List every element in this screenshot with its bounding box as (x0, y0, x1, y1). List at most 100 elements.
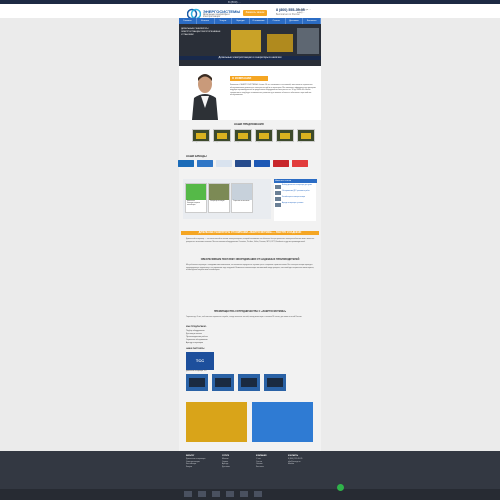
product-label: ДГУ 500 кВт (279, 142, 289, 143)
news-item[interactable]: Выбор дизельного генератора для дома (275, 185, 315, 189)
offer-title: МЫ ПРЕДЛАГАЕМ: (186, 326, 207, 328)
news-item[interactable]: Контейнерные электростанции (275, 197, 315, 201)
news-widget: Новости и статьи Выбор дизельного генера… (274, 179, 317, 221)
footer-link[interactable]: Доставка (222, 466, 230, 468)
payment-icon (198, 491, 206, 497)
footer-heading: УСЛУГИ (222, 455, 230, 457)
product-image (192, 129, 210, 142)
product-thumbnails: ДГУ 30 кВт ДГУ 100 кВт ДГУ 200 кВт ДГУ 4… (192, 129, 315, 143)
footer-link[interactable]: Монтаж (222, 458, 229, 460)
product-card[interactable]: ДГУ 30 кВт (192, 129, 210, 143)
partners-title: НАШИ ПАРТНЕРЫ (186, 348, 205, 350)
product-label: ДГУ 1000 кВт (300, 142, 310, 143)
payment-icon (254, 491, 262, 497)
brand-logo[interactable] (197, 160, 213, 167)
hero-text: ДИЗЕЛЬНЫЕ ГЕНЕРАТОРЫ ЭЛЕКТРОСТАНЦИИ ГАЗО… (181, 28, 221, 36)
manager-photo (186, 68, 224, 120)
featured-products: Дизельная электростанция в контейнере Ге… (183, 179, 271, 219)
footer-link[interactable]: Контакты (256, 466, 264, 468)
footer-heading: КАТАЛОГ (186, 455, 195, 457)
news-title[interactable]: Аренда генератора: условия (282, 203, 314, 207)
yellow-generator-photo (186, 402, 247, 442)
page-background-left (0, 0, 179, 451)
footer-link[interactable]: Аренда (222, 463, 228, 465)
product-label: ДГУ 100 кВт (216, 142, 226, 143)
news-thumb (275, 203, 281, 207)
generator-image[interactable] (212, 374, 234, 391)
footer-heading: КОНТАКТЫ (288, 455, 299, 457)
generator-gallery (186, 374, 286, 391)
generator-image[interactable] (264, 374, 286, 391)
product-card[interactable]: ДГУ 500 кВт (276, 129, 294, 143)
brand-logo[interactable] (178, 160, 194, 167)
news-header: Новости и статьи (274, 179, 317, 183)
news-title[interactable]: Контейнерные электростанции (282, 197, 314, 201)
header-contacts: Москва, ул. ... info@... (297, 9, 312, 14)
footer-heading: КОМПАНИЯ (256, 455, 267, 457)
hero-equipment-image (297, 28, 319, 54)
intro-text: Дизельный генератор — это автономный ист… (186, 238, 315, 243)
footer-phone[interactable]: 8 (800) 555-35-35 (288, 458, 302, 460)
featured-label: Открытое исполнение (233, 201, 250, 202)
featured-image (232, 184, 252, 200)
news-thumb (275, 197, 281, 201)
footer-column: КОМПАНИЯ О нас Статьи Отзывы Контакты (256, 455, 266, 469)
callback-button[interactable]: Заказать звонок (243, 10, 267, 16)
footer-icons (184, 491, 262, 497)
site-header: ЭНЕРГОСИСТЕМЫ Дизельные генераторы и эле… (0, 4, 500, 20)
about-text: Компания «ЭНЕРГОСИСТЕМЫ» более 10 лет за… (230, 84, 316, 97)
payment-icon (184, 491, 192, 497)
featured-tile[interactable]: Генератор в кожухе (208, 183, 230, 213)
product-image (276, 129, 294, 142)
payment-icon (226, 491, 234, 497)
brand-logos (178, 160, 308, 167)
featured-image (186, 184, 206, 200)
news-item[interactable]: Аренда генератора: условия (275, 203, 315, 207)
featured-tile[interactable]: Дизельная электростанция в контейнере (185, 183, 207, 213)
news-title[interactable]: Обслуживание ДГУ: регламент работ (282, 191, 314, 195)
product-image (297, 129, 315, 142)
featured-label: Генератор в кожухе (210, 201, 225, 202)
featured-tile[interactable]: Открытое исполнение (231, 183, 253, 213)
footer-email[interactable]: info@energo.ru (288, 461, 300, 463)
partner-logo[interactable]: ТСС (186, 352, 214, 370)
generator-image[interactable] (238, 374, 260, 391)
hero-banner: ДИЗЕЛЬНЫЕ ГЕНЕРАТОРЫ ЭЛЕКТРОСТАНЦИИ ГАЗО… (179, 24, 321, 66)
footer-link[interactable]: Контейнеры (186, 463, 196, 465)
whatsapp-icon[interactable] (337, 484, 344, 491)
brand-logo[interactable] (216, 160, 232, 167)
footer-link[interactable]: О нас (256, 458, 261, 460)
footer-link[interactable]: Кожухи (186, 466, 192, 468)
hero-generator-image (231, 30, 261, 52)
product-card[interactable]: ДГУ 1000 кВт (297, 129, 315, 143)
brand-logo[interactable] (235, 160, 251, 167)
product-card[interactable]: ДГУ 100 кВт (213, 129, 231, 143)
footer-column: КОНТАКТЫ 8 (800) 555-35-35 info@energo.r… (288, 455, 302, 466)
news-thumb (275, 185, 281, 189)
news-title[interactable]: Выбор дизельного генератора для дома (282, 185, 314, 189)
product-label: ДГУ 200 кВт (237, 142, 247, 143)
partner-label: Дизельные генераторы ТСС (186, 371, 207, 372)
product-label: ДГУ 400 кВт (258, 142, 268, 143)
product-card[interactable]: ДГУ 400 кВт (255, 129, 273, 143)
footer-link[interactable]: Дизельные генераторы (186, 458, 205, 460)
footer-link[interactable]: Отзывы (256, 463, 263, 465)
news-item[interactable]: Обслуживание ДГУ: регламент работ (275, 191, 315, 195)
hero-caption: Дизельные электростанции и генераторы в … (179, 56, 321, 60)
featured-image (209, 184, 229, 200)
generator-image[interactable] (186, 374, 208, 391)
products-title: НАШИ ПРЕДЛОЖЕНИЯ (234, 123, 264, 126)
section-subtitle: ОБЕСПЕЧИВАЕМ ПОСТАВКУ ОБОРУДОВАНИЯ ОТ НА… (200, 258, 300, 261)
payment-icon (240, 491, 248, 497)
about-title: О КОМПАНИИ (230, 76, 268, 81)
footer-link[interactable]: Статьи (256, 461, 262, 463)
partner-name: ТСС (195, 358, 205, 363)
hero-generator-image (267, 34, 293, 52)
product-image (234, 129, 252, 142)
brand-logo[interactable] (292, 160, 308, 167)
brand-logo[interactable] (254, 160, 270, 167)
footer-column: УСЛУГИ Монтаж Сервис Аренда Доставка (222, 455, 230, 469)
brand-logo[interactable] (273, 160, 289, 167)
product-card[interactable]: ДГУ 200 кВт (234, 129, 252, 143)
payment-icon (212, 491, 220, 497)
